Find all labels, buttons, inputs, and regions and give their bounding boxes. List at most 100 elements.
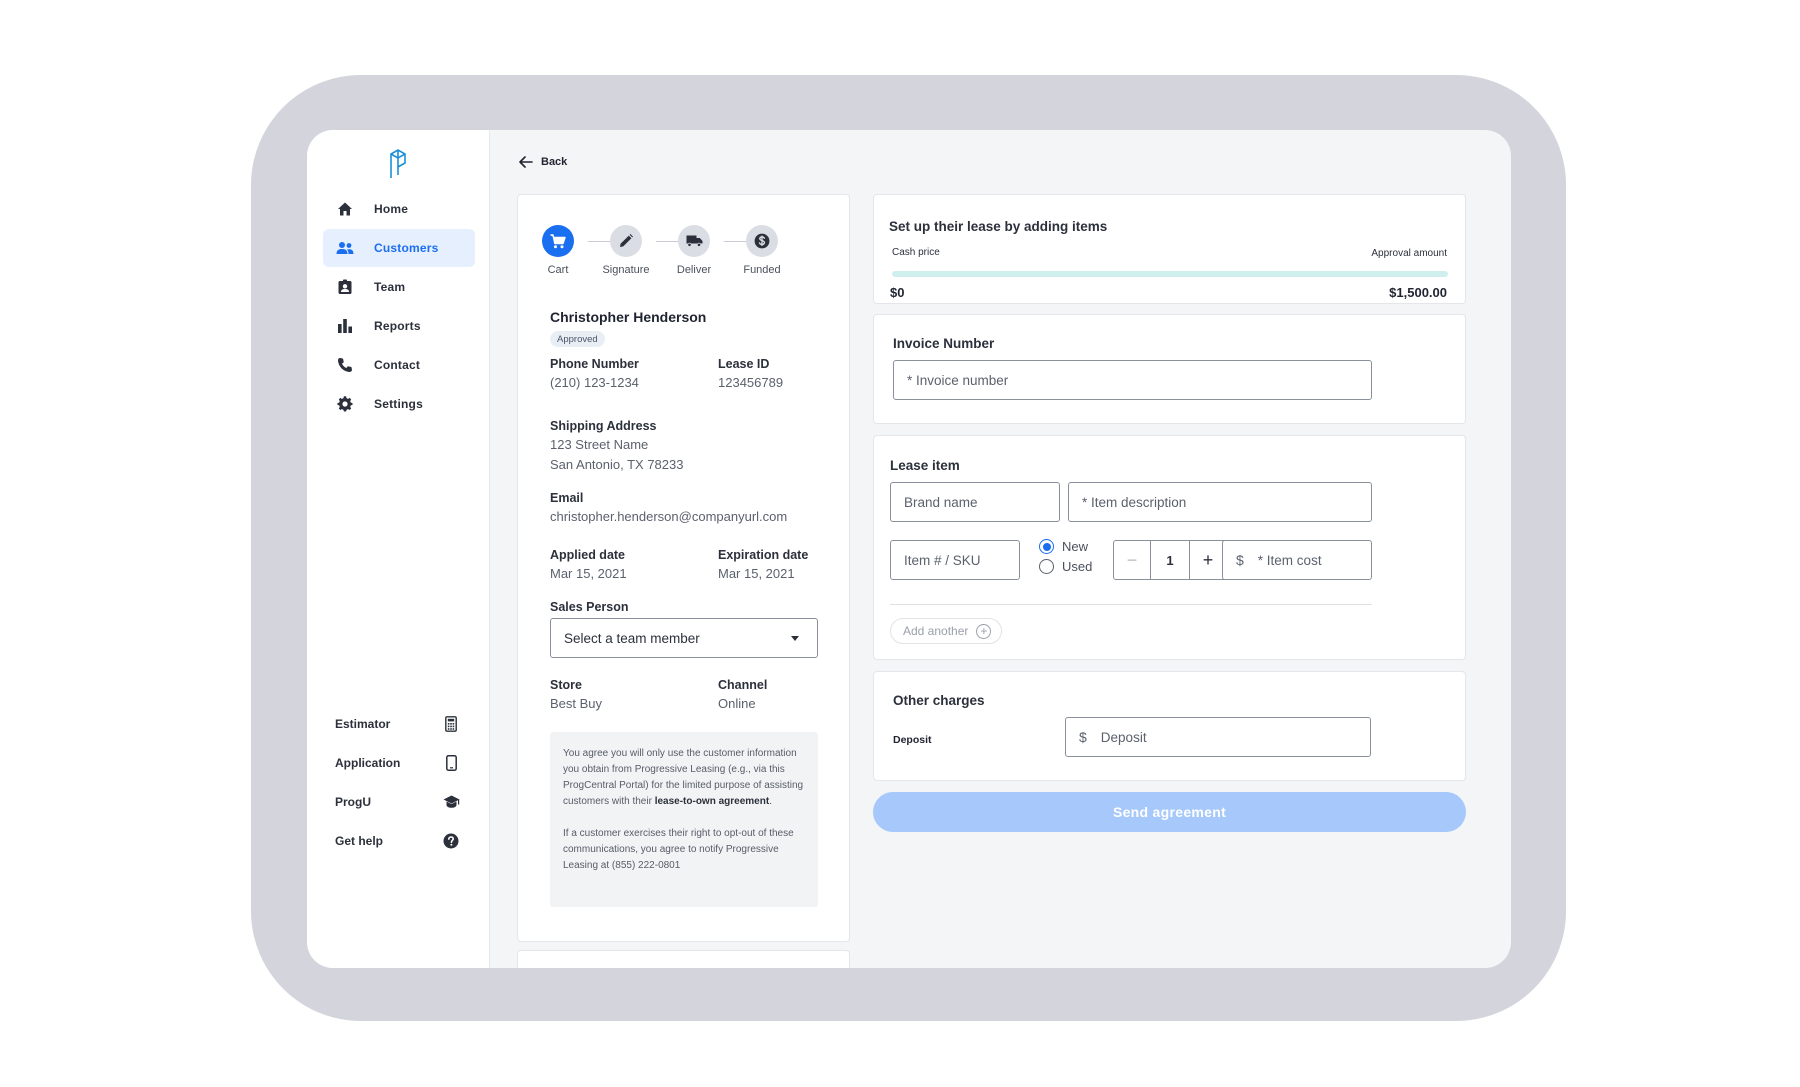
lease-item-card: Lease item Brand name * Item description…	[873, 435, 1466, 660]
sidebar-item-label: Settings	[374, 397, 423, 411]
badge-icon	[335, 277, 355, 297]
step-cart[interactable]: Cart	[528, 225, 588, 276]
pencil-icon	[610, 225, 642, 257]
radio-checked[interactable]	[1039, 539, 1054, 554]
sidebar-item-home[interactable]: Home	[323, 190, 475, 228]
sidebar-tool-progu[interactable]: ProgU	[335, 790, 460, 814]
sku-input[interactable]: Item # / SKU	[890, 540, 1020, 580]
lease-item-title: Lease item	[890, 458, 960, 473]
bar-chart-icon	[335, 316, 355, 336]
expiration-date-label: Expiration date	[718, 548, 809, 562]
step-funded[interactable]: Funded	[732, 225, 792, 276]
back-link[interactable]: Back	[519, 156, 567, 168]
step-label: Cart	[547, 264, 569, 276]
progress-stepper: Cart Signature Deliver Funded	[542, 225, 826, 276]
help-icon	[442, 832, 460, 850]
sidebar-tool-estimator[interactable]: Estimator	[335, 712, 460, 736]
address-line2: San Antonio, TX 78233	[550, 457, 684, 472]
applied-date-label: Applied date	[550, 548, 626, 562]
lease-id-label: Lease ID	[718, 357, 770, 371]
radio-unchecked[interactable]	[1039, 559, 1054, 574]
sidebar-tool-get-help[interactable]: Get help	[335, 829, 460, 853]
sidebar-item-settings[interactable]: Settings	[323, 385, 475, 423]
sidebar-item-label: Team	[374, 280, 406, 294]
sidebar-item-label: Home	[374, 202, 409, 216]
app-screen: Home Customers Team Reports Contact Sett…	[307, 130, 1511, 968]
cash-price-label: Cash price	[892, 247, 940, 258]
item-cost-input[interactable]: $ * Item cost	[1222, 540, 1372, 580]
gear-icon	[335, 394, 355, 414]
decrement-button[interactable]: −	[1114, 541, 1151, 579]
approval-progress-bar	[892, 271, 1448, 277]
sidebar-tool-label: Application	[335, 756, 401, 770]
calculator-icon	[442, 715, 460, 733]
send-agreement-button[interactable]: Send agreement	[873, 792, 1466, 832]
sales-person-select[interactable]: Select a team member	[550, 618, 818, 658]
approval-amount-label: Approval amount	[1371, 248, 1447, 259]
lease-setup-card: Set up their lease by adding items Cash …	[873, 194, 1466, 304]
brand-logo-icon	[390, 149, 406, 178]
back-label: Back	[541, 156, 568, 168]
condition-new-radio[interactable]: New	[1039, 539, 1088, 554]
mobile-icon	[442, 754, 460, 772]
condition-used-radio[interactable]: Used	[1039, 559, 1092, 574]
dollar-sign-icon: $	[1079, 729, 1087, 745]
sidebar-item-customers[interactable]: Customers	[323, 229, 475, 267]
sidebar: Home Customers Team Reports Contact Sett…	[307, 130, 490, 968]
step-deliver[interactable]: Deliver	[664, 225, 724, 276]
email-label: Email	[550, 491, 584, 505]
invoice-card: Invoice Number * Invoice number	[873, 314, 1466, 424]
sidebar-item-reports[interactable]: Reports	[323, 307, 475, 345]
chevron-down-icon	[791, 636, 799, 641]
quantity-value[interactable]: 1	[1151, 541, 1189, 579]
applied-date-value: Mar 15, 2021	[550, 566, 627, 581]
dollar-sign-icon: $	[1236, 552, 1244, 568]
sales-person-placeholder: Select a team member	[564, 630, 700, 646]
approval-amount-value: $1,500.00	[1389, 285, 1447, 300]
truck-icon	[678, 225, 710, 257]
deposit-label: Deposit	[893, 734, 932, 746]
store-label: Store	[550, 678, 582, 692]
sidebar-item-label: Contact	[374, 358, 421, 372]
increment-button[interactable]: +	[1189, 541, 1226, 579]
channel-value: Online	[718, 696, 756, 711]
disclaimer-box: You agree you will only use the customer…	[550, 732, 818, 907]
disclaimer-paragraph-2: If a customer exercises their right to o…	[563, 828, 794, 871]
sidebar-item-contact[interactable]: Contact	[323, 346, 475, 384]
status-badge: Approved	[550, 331, 605, 347]
cart-icon	[542, 225, 574, 257]
address-line1: 123 Street Name	[550, 437, 649, 452]
tablet-frame: Home Customers Team Reports Contact Sett…	[251, 75, 1566, 1021]
channel-label: Channel	[718, 678, 768, 692]
item-description-input[interactable]: * Item description	[1068, 482, 1372, 522]
sidebar-tool-application[interactable]: Application	[335, 751, 460, 775]
phone-icon	[335, 355, 355, 375]
add-another-button[interactable]: Add another +	[890, 618, 1003, 644]
invoice-number-input[interactable]: * Invoice number	[893, 360, 1372, 400]
dollar-icon	[746, 225, 778, 257]
invoice-title: Invoice Number	[893, 336, 995, 351]
condition-new-label: New	[1062, 539, 1089, 554]
expiration-date-value: Mar 15, 2021	[718, 566, 795, 581]
lease-setup-title: Set up their lease by adding items	[889, 219, 1108, 234]
email-value: christopher.henderson@companyurl.com	[550, 509, 788, 524]
step-signature[interactable]: Signature	[596, 225, 656, 276]
secondary-card	[517, 950, 850, 968]
other-charges-card: Other charges Deposit $ Deposit	[873, 671, 1466, 781]
phone-value: (210) 123-1234	[550, 375, 639, 390]
step-label: Deliver	[676, 264, 712, 276]
deposit-input[interactable]: $ Deposit	[1065, 717, 1371, 757]
customer-name: Christopher Henderson	[550, 309, 707, 325]
graduation-cap-icon	[442, 793, 460, 811]
condition-used-label: Used	[1062, 559, 1093, 574]
cash-price-value: $0	[890, 285, 905, 300]
disclaimer-bold-text: lease-to-own agreement	[654, 796, 770, 807]
sidebar-tool-label: ProgU	[335, 795, 371, 809]
home-icon	[335, 199, 355, 219]
arrow-left-icon	[519, 156, 533, 168]
sales-person-label: Sales Person	[550, 600, 629, 614]
sidebar-item-team[interactable]: Team	[323, 268, 475, 306]
brand-name-input[interactable]: Brand name	[890, 482, 1060, 522]
section-divider	[890, 604, 1372, 605]
customer-card: Cart Signature Deliver Funded Christophe…	[517, 194, 850, 942]
